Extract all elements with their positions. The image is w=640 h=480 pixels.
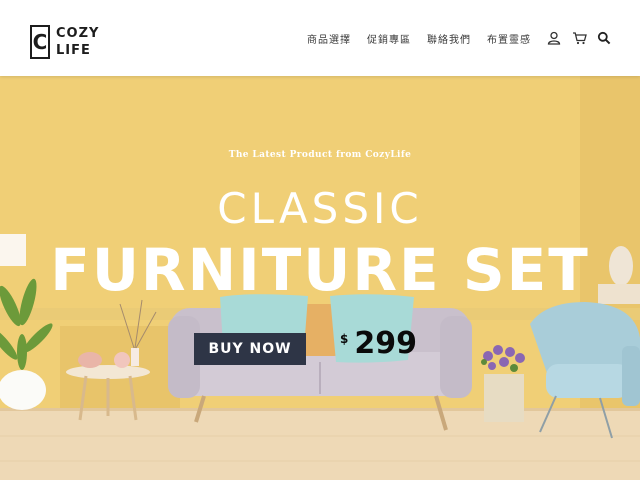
nav-item-promotions[interactable]: 促銷專區 xyxy=(367,31,411,46)
user-icon[interactable] xyxy=(546,30,562,46)
nav-item-products[interactable]: 商品選擇 xyxy=(307,31,351,46)
hero-title-line-2: FURNITURE SET xyxy=(50,236,590,304)
main-nav: 商品選擇 促銷專區 聯絡我們 布置靈感 xyxy=(307,30,612,46)
nav-item-contact[interactable]: 聯絡我們 xyxy=(427,31,471,46)
logo-wordmark: COZY LIFE xyxy=(56,25,99,59)
site-header: C COZY LIFE 商品選擇 促銷專區 聯絡我們 布置靈感 xyxy=(0,0,640,76)
price-currency: $ xyxy=(340,332,349,346)
hero-title-line-1: CLASSIC xyxy=(217,184,423,233)
hero-tagline: The Latest Product from CozyLife xyxy=(228,150,412,160)
brand-logo[interactable]: C COZY LIFE xyxy=(30,22,99,62)
buy-now-button[interactable]: BUY NOW xyxy=(194,333,306,365)
logo-word-2: LIFE xyxy=(56,43,91,58)
cart-icon[interactable] xyxy=(571,30,587,46)
nav-item-inspiration[interactable]: 布置靈感 xyxy=(487,31,531,46)
price-value: 299 xyxy=(354,326,417,361)
hero-banner: The Latest Product from CozyLife CLASSIC… xyxy=(0,76,640,480)
search-icon[interactable] xyxy=(596,30,612,46)
price-tag: $ 299 xyxy=(340,326,417,361)
logo-word-1: COZY xyxy=(56,26,100,41)
logo-mark: C xyxy=(30,25,50,59)
